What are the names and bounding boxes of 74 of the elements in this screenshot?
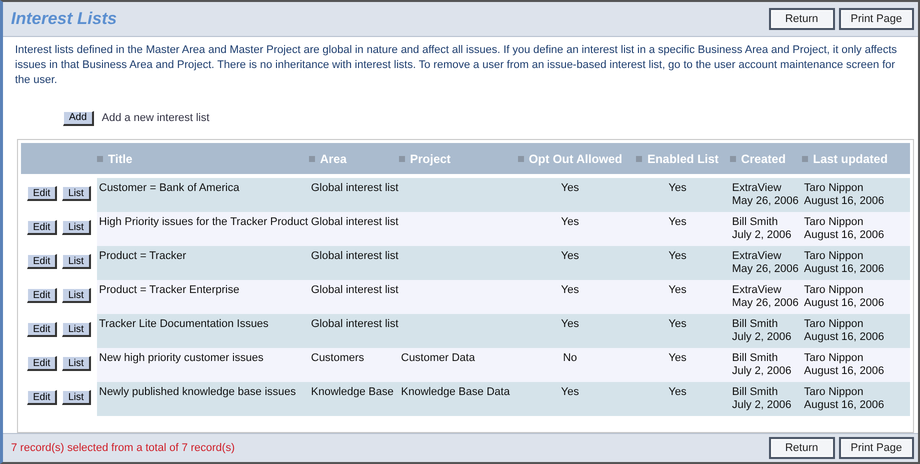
table-cell: Taro Nippon August 16, 2006	[802, 314, 910, 348]
table-cell: Yes	[515, 212, 625, 246]
table-cell: Yes	[625, 314, 730, 348]
sort-icon	[730, 156, 736, 162]
table-cell: Taro Nippon August 16, 2006	[802, 280, 910, 314]
table-cell: Yes	[625, 382, 730, 416]
table-cell: Taro Nippon August 16, 2006	[802, 348, 910, 382]
sort-icon	[399, 156, 405, 162]
add-label: Add a new interest list	[102, 112, 210, 124]
table-cell: Global interest list	[309, 280, 399, 314]
table-cell: Yes	[515, 314, 625, 348]
table-cell: Yes	[515, 178, 625, 212]
list-button[interactable]: List	[62, 390, 91, 405]
table-cell: Taro Nippon August 16, 2006	[802, 212, 910, 246]
edit-button[interactable]: Edit	[27, 254, 58, 269]
table-cell: Yes	[625, 212, 730, 246]
table-cell: Yes	[515, 246, 625, 280]
add-button[interactable]: Add	[63, 110, 94, 126]
table-cell: No	[515, 348, 625, 382]
sort-icon	[636, 156, 642, 162]
table-cell: Newly published knowledge base issues	[97, 382, 309, 416]
table-cell: New high priority customer issues	[97, 348, 309, 382]
table-cell: Yes	[625, 280, 730, 314]
edit-button[interactable]: Edit	[27, 220, 58, 235]
table-cell: Yes	[625, 348, 730, 382]
table-cell: High Priority issues for the Tracker Product	[97, 212, 309, 246]
list-button[interactable]: List	[62, 288, 91, 303]
print-button[interactable]: Print Page	[838, 437, 914, 459]
table-cell: Global interest list	[309, 212, 399, 246]
description-text: Interest lists defined in the Master Area and Master Project are global in nature and affect all issues. If you define an interest list in a specific Business Area and Project, it only affects issues in that Business Area and Project. There is no inheritance with interest lists. To remove a user from an issue-based interest list, go to the user account maintenance screen for the user.	[14, 43, 898, 88]
table-cell: Bill Smith July 2, 2006	[730, 382, 802, 416]
list-button[interactable]: List	[62, 356, 91, 371]
table-cell: Bill Smith July 2, 2006	[730, 348, 802, 382]
list-button[interactable]: List	[62, 220, 91, 235]
list-button[interactable]: List	[62, 254, 91, 269]
table-cell: Yes	[625, 178, 730, 212]
table-cell: Tracker Lite Documentation Issues	[97, 314, 309, 348]
return-button[interactable]: Return	[768, 437, 835, 459]
table-cell: Customer Data	[399, 348, 515, 382]
table-cell: ExtraView May 26, 2006	[730, 246, 802, 280]
table-cell: Knowledge Base	[309, 382, 399, 416]
table-cell: Global interest list	[309, 178, 399, 212]
table-cell: ExtraView May 26, 2006	[730, 178, 802, 212]
table-cell: Taro Nippon August 16, 2006	[802, 178, 910, 212]
sort-icon	[802, 156, 808, 162]
edit-button[interactable]: Edit	[27, 288, 58, 303]
list-button[interactable]: List	[62, 322, 91, 337]
table-cell: Product = Tracker	[97, 246, 309, 280]
table-cell: Global interest list	[309, 246, 399, 280]
edit-button[interactable]: Edit	[27, 390, 58, 405]
edit-button[interactable]: Edit	[27, 322, 58, 337]
status-text: 7 record(s) selected from a total of 7 record(s)	[11, 442, 235, 454]
print-button[interactable]: Print Page	[838, 8, 914, 30]
table-cell: Bill Smith July 2, 2006	[730, 314, 802, 348]
return-button[interactable]: Return	[768, 8, 835, 30]
edit-button[interactable]: Edit	[27, 356, 58, 371]
table-cell: Yes	[625, 246, 730, 280]
sort-icon	[97, 156, 103, 162]
table-cell: Product = Tracker Enterprise	[97, 280, 309, 314]
list-button[interactable]: List	[62, 186, 91, 201]
table-cell: ExtraView May 26, 2006	[730, 280, 802, 314]
table-cell: Bill Smith July 2, 2006	[730, 212, 802, 246]
edit-button[interactable]: Edit	[27, 186, 58, 201]
table-cell: Taro Nippon August 16, 2006	[802, 382, 910, 416]
page-title: Interest Lists	[11, 9, 117, 29]
table-cell: Yes	[515, 382, 625, 416]
sort-icon	[309, 156, 315, 162]
sort-icon	[518, 156, 524, 162]
table-cell: Customers	[309, 348, 399, 382]
table-cell: Yes	[515, 280, 625, 314]
table-cell: Customer = Bank of America	[97, 178, 309, 212]
table-cell: Taro Nippon August 16, 2006	[802, 246, 910, 280]
table-cell: Global interest list	[309, 314, 399, 348]
table-cell: Knowledge Base Data	[399, 382, 515, 416]
